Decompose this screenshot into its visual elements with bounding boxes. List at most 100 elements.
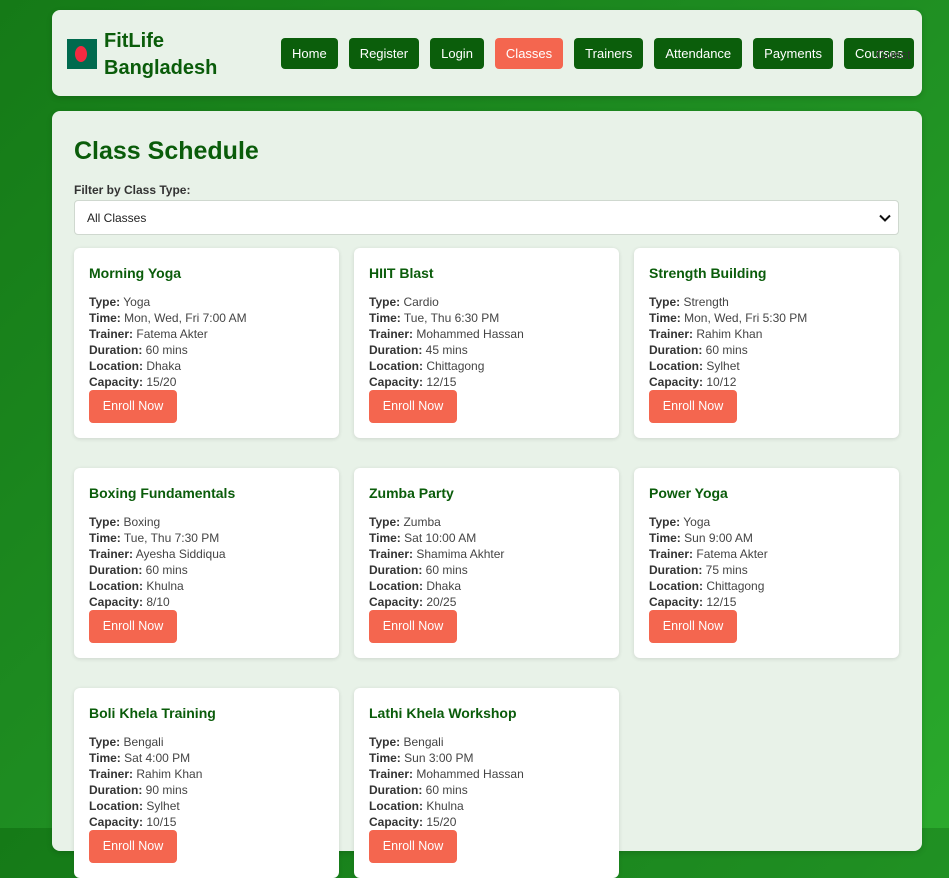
nav-home-button[interactable]: Home	[281, 38, 338, 69]
class-name: Power Yoga	[649, 485, 728, 501]
class-name: Lathi Khela Workshop	[369, 705, 517, 721]
enroll-now-button[interactable]: Enroll Now	[369, 610, 457, 643]
class-name: Zumba Party	[369, 485, 454, 501]
class-name: Morning Yoga	[89, 265, 182, 281]
class-capacity-value: 15/20	[146, 375, 177, 389]
class-trainer-value: Rahim Khan	[136, 767, 203, 781]
class-trainer-label: Trainer:	[89, 767, 134, 781]
class-time-value: Sat 10:00 AM	[404, 531, 477, 545]
nav-login-button[interactable]: Login	[430, 38, 484, 69]
class-type-label: Type:	[89, 515, 121, 529]
class-time-value: Tue, Thu 7:30 PM	[123, 531, 220, 545]
class-time-value: Tue, Thu 6:30 PM	[403, 311, 500, 325]
class-location-value: Sylhet	[706, 359, 740, 373]
class-trainer-value: Rahim Khan	[696, 327, 763, 341]
class-location-label: Location:	[369, 579, 423, 593]
class-time-value: Sat 4:00 PM	[124, 751, 191, 765]
enroll-now-button[interactable]: Enroll Now	[89, 390, 177, 423]
nav-classes-button[interactable]: Classes	[494, 38, 564, 69]
enroll-now-button[interactable]: Enroll Now	[89, 610, 177, 643]
class-trainer-label: Trainer:	[369, 327, 414, 341]
nav-payments-button[interactable]: Payments	[753, 38, 833, 69]
class-time-row: Time: Mon, Wed, Fri 5:30 PM	[649, 310, 807, 326]
enroll-now-button[interactable]: Enroll Now	[369, 830, 457, 863]
class-location-row: Location: Khulna	[369, 798, 524, 814]
class-duration-label: Duration:	[369, 343, 423, 357]
nav-attendance-button[interactable]: Attendance	[654, 38, 743, 69]
nav-register-button[interactable]: Register	[348, 38, 420, 69]
site-header: FitLife Bangladesh Home Register Login C…	[52, 10, 922, 96]
class-trainer-label: Trainer:	[649, 327, 694, 341]
class-capacity-row: Capacity: 15/20	[89, 374, 247, 390]
class-location-label: Location:	[649, 359, 703, 373]
class-trainer-row: Trainer: Ayesha Siddiqua	[89, 546, 226, 562]
enroll-now-button[interactable]: Enroll Now	[89, 830, 177, 863]
enroll-now-button[interactable]: Enroll Now	[649, 390, 737, 423]
enroll-now-button[interactable]: Enroll Now	[369, 390, 457, 423]
class-time-label: Time:	[649, 311, 681, 325]
class-location-row: Location: Dhaka	[369, 578, 504, 594]
class-duration-value: 60 mins	[145, 343, 188, 357]
class-location-row: Location: Chittagong	[649, 578, 768, 594]
class-name: HIIT Blast	[369, 265, 434, 281]
class-capacity-label: Capacity:	[369, 815, 424, 829]
class-trainer-value: Ayesha Siddiqua	[135, 547, 226, 561]
enroll-now-button[interactable]: Enroll Now	[649, 610, 737, 643]
class-type-label: Type:	[89, 735, 121, 749]
class-time-label: Time:	[89, 531, 121, 545]
class-trainer-value: Mohammed Hassan	[416, 767, 524, 781]
class-duration-value: 60 mins	[145, 563, 188, 577]
class-duration-value: 60 mins	[705, 343, 748, 357]
class-details: Type: Bengali Time: Sun 3:00 PM Trainer: M…	[369, 734, 524, 830]
nav-trainers-button[interactable]: Trainers	[574, 38, 644, 69]
class-trainer-label: Trainer:	[89, 327, 134, 341]
class-time-value: Sun 9:00 AM	[684, 531, 753, 545]
class-capacity-label: Capacity:	[649, 375, 704, 389]
class-capacity-value: 10/12	[706, 375, 737, 389]
class-trainer-row: Trainer: Mohammed Hassan	[369, 766, 524, 782]
class-capacity-row: Capacity: 20/25	[369, 594, 504, 610]
class-capacity-value: 12/15	[706, 595, 737, 609]
class-type-filter-select[interactable]: All Classes	[74, 200, 899, 235]
class-type-value: Boxing	[123, 515, 161, 529]
class-duration-value: 45 mins	[425, 343, 468, 357]
class-details: Type: Boxing Time: Tue, Thu 7:30 PM Traine…	[89, 514, 226, 610]
main-nav: Home Register Login Classes Trainers Att…	[281, 38, 925, 69]
class-trainer-row: Trainer: Mohammed Hassan	[369, 326, 524, 342]
class-time-row: Time: Sun 9:00 AM	[649, 530, 768, 546]
class-type-value: Strength	[683, 295, 729, 309]
class-location-value: Chittagong	[706, 579, 765, 593]
class-type-row: Type: Zumba	[369, 514, 504, 530]
class-location-label: Location:	[369, 359, 423, 373]
brand-name[interactable]: FitLife Bangladesh	[104, 28, 244, 82]
class-location-row: Location: Dhaka	[89, 358, 247, 374]
class-capacity-row: Capacity: 8/10	[89, 594, 226, 610]
class-capacity-value: 8/10	[146, 595, 170, 609]
class-card: Power Yoga Type: Yoga Time: Sun 9:00 AM Tra…	[634, 468, 899, 658]
class-type-row: Type: Cardio	[369, 294, 524, 310]
class-card: Lathi Khela Workshop Type: Bengali Time: S…	[354, 688, 619, 878]
user-status: Guest	[876, 47, 911, 62]
class-time-row: Time: Mon, Wed, Fri 7:00 AM	[89, 310, 247, 326]
class-location-label: Location:	[89, 799, 143, 813]
class-location-label: Location:	[649, 579, 703, 593]
class-schedule-panel: Class Schedule Filter by Class Type: All…	[52, 111, 922, 878]
class-details: Type: Zumba Time: Sat 10:00 AM Trainer: Sh…	[369, 514, 504, 610]
filter-selected-value: All Classes	[87, 211, 147, 225]
class-time-label: Time:	[369, 311, 401, 325]
class-location-value: Dhaka	[426, 579, 462, 593]
class-location-row: Location: Chittagong	[369, 358, 524, 374]
class-type-value: Cardio	[403, 295, 439, 309]
class-location-value: Khulna	[146, 579, 184, 593]
class-name: Strength Building	[649, 265, 767, 281]
class-type-row: Type: Yoga	[89, 294, 247, 310]
class-location-label: Location:	[369, 799, 423, 813]
class-type-row: Type: Bengali	[369, 734, 524, 750]
class-capacity-label: Capacity:	[89, 815, 144, 829]
class-trainer-row: Trainer: Rahim Khan	[649, 326, 807, 342]
class-trainer-row: Trainer: Rahim Khan	[89, 766, 202, 782]
class-time-label: Time:	[369, 751, 401, 765]
class-time-value: Mon, Wed, Fri 5:30 PM	[684, 311, 808, 325]
class-time-value: Mon, Wed, Fri 7:00 AM	[124, 311, 247, 325]
class-type-label: Type:	[649, 515, 681, 529]
